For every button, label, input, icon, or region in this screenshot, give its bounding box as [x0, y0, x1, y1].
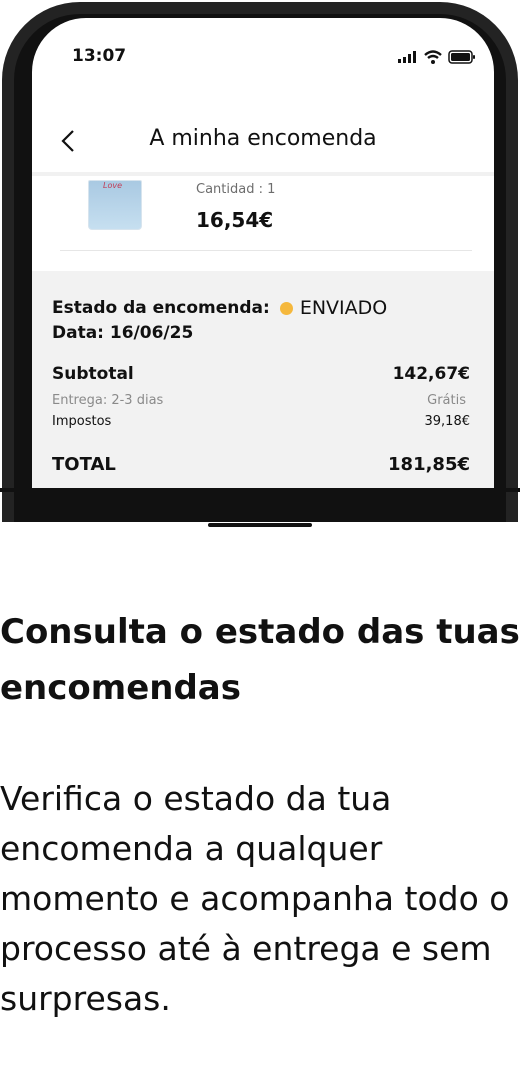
- phone-screen: 13:07 A minha encomenda Love Cantidad: …: [32, 18, 494, 490]
- subtotal-label: Subtotal: [52, 364, 134, 384]
- order-status-label: Estado da encomenda:: [52, 298, 270, 318]
- status-icons: [398, 50, 476, 64]
- screen-header: A minha encomenda: [32, 118, 494, 170]
- status-bar: 13:07: [32, 18, 494, 98]
- subtotal-value: 142,67€: [392, 364, 470, 384]
- delivery-label: Entrega: 2-3 dias: [52, 393, 164, 408]
- tax-value: 39,18€: [424, 414, 471, 429]
- page-title: A minha encomenda: [149, 126, 377, 151]
- total-row: TOTAL 181,85€: [52, 454, 470, 475]
- product-image[interactable]: Love: [88, 180, 142, 230]
- total-label: TOTAL: [52, 454, 116, 475]
- battery-icon: [448, 50, 475, 64]
- tax-row: Impostos 39,18€: [52, 414, 470, 429]
- item-divider: [60, 250, 472, 251]
- home-indicator: [208, 523, 312, 527]
- item-price: 16,54€: [196, 208, 274, 232]
- item-quantity: Cantidad : 1: [196, 182, 276, 197]
- order-status: Estado da encomenda: ENVIADO: [52, 297, 387, 319]
- promo-description: Verifica o estado da tua encomenda a qua…: [0, 779, 510, 1018]
- status-dot-icon: [279, 301, 293, 315]
- subtotal-row: Subtotal 142,67€: [52, 364, 470, 384]
- total-value: 181,85€: [388, 454, 470, 475]
- phone-bottom-edge: [0, 488, 520, 492]
- product-brand-label: Love: [103, 181, 123, 190]
- order-status-value: ENVIADO: [299, 297, 388, 319]
- wifi-icon: [424, 50, 442, 64]
- order-summary: Estado da encomenda: ENVIADO Data: 16/06…: [32, 271, 494, 490]
- phone-frame: 13:07 A minha encomenda Love Cantidad: …: [2, 2, 518, 522]
- promo-headline: Consulta o estado das tuas encomendas: [0, 612, 520, 708]
- header-divider: [32, 172, 494, 176]
- cellular-signal-icon: [398, 51, 416, 63]
- delivery-row: Entrega: 2-3 dias Grátis: [52, 393, 470, 408]
- order-date: Data: 16/06/25: [52, 323, 194, 343]
- tax-label: Impostos: [52, 414, 112, 429]
- status-time: 13:07: [72, 46, 127, 66]
- delivery-value: Grátis: [427, 393, 466, 408]
